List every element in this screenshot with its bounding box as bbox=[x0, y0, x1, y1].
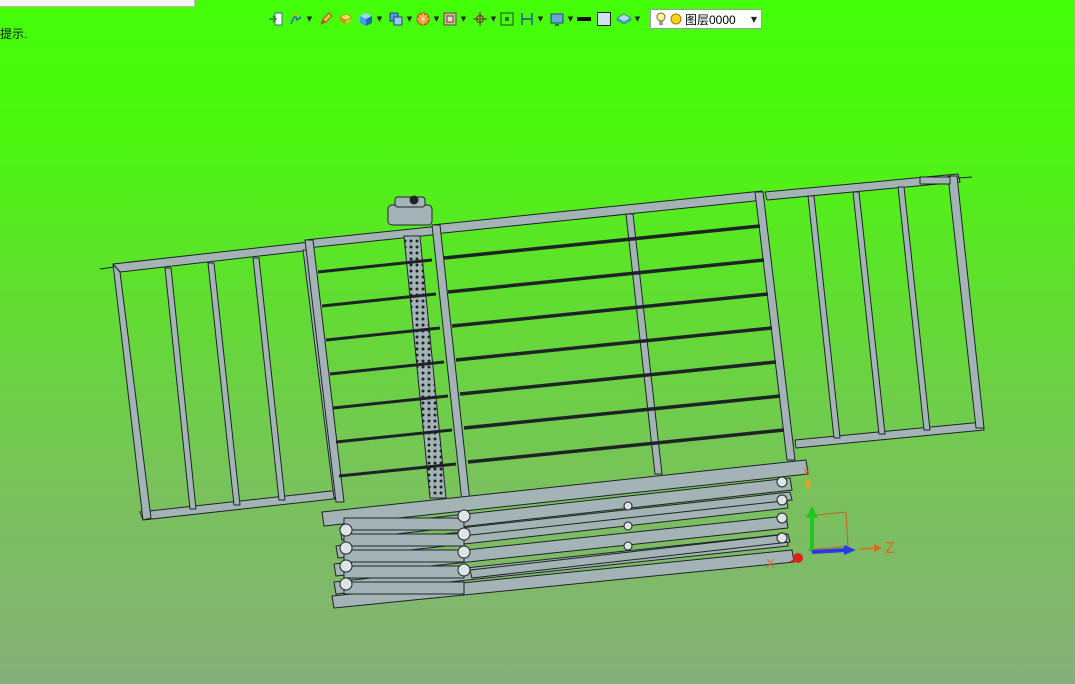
view-box-icon[interactable] bbox=[440, 9, 460, 29]
dimension-dropdown[interactable]: ▼ bbox=[537, 9, 544, 29]
extrude-icon[interactable] bbox=[336, 9, 356, 29]
toolbar-group-file: ▼ bbox=[266, 8, 313, 30]
main-toolbar: ▼ ▼ ▼ ▼ ▼ ▼ ▼ ▼ ▼ 图层0000 ▼ bbox=[266, 8, 762, 30]
fill-color-icon[interactable] bbox=[594, 9, 614, 29]
line-style-icon[interactable] bbox=[574, 9, 594, 29]
layer-manager-icon[interactable] bbox=[614, 9, 634, 29]
layer-name: 图层0000 bbox=[685, 12, 736, 27]
toolbar-group-feature: ▼ bbox=[316, 8, 383, 30]
fit-view-icon[interactable] bbox=[497, 9, 517, 29]
axis-label-x: X bbox=[766, 556, 775, 571]
toolbar-group-tools: ▼ ▼ bbox=[470, 8, 544, 30]
left-gate bbox=[99, 241, 343, 521]
assembly-icon[interactable] bbox=[386, 9, 406, 29]
snap-icon[interactable] bbox=[470, 9, 490, 29]
scissor-lift bbox=[321, 459, 809, 609]
document-tab[interactable] bbox=[0, 0, 195, 7]
chevron-down-icon[interactable]: ▼ bbox=[747, 15, 761, 24]
render-dropdown[interactable]: ▼ bbox=[433, 9, 440, 29]
layer-color-icon[interactable] bbox=[669, 13, 683, 25]
layer-manager-dropdown[interactable]: ▼ bbox=[634, 9, 641, 29]
model-drawing[interactable]: Z X Y bbox=[0, 40, 1075, 684]
import-icon[interactable] bbox=[266, 9, 286, 29]
toolbar-group-display: ▼ ▼ bbox=[547, 8, 641, 30]
axis-label-y: Y bbox=[803, 467, 811, 479]
right-gate bbox=[764, 173, 985, 449]
center-gate bbox=[431, 190, 796, 503]
layer-select[interactable]: 图层0000 ▼ bbox=[650, 9, 762, 29]
coordinate-triad bbox=[789, 478, 882, 563]
display-dropdown[interactable]: ▼ bbox=[567, 9, 574, 29]
display-icon[interactable] bbox=[547, 9, 567, 29]
render-sphere-icon[interactable] bbox=[413, 9, 433, 29]
sketch-icon[interactable] bbox=[286, 9, 306, 29]
assembly-dropdown[interactable]: ▼ bbox=[406, 9, 413, 29]
wires-center bbox=[443, 224, 785, 464]
sketch-dropdown[interactable]: ▼ bbox=[306, 9, 313, 29]
solid-cube-icon[interactable] bbox=[356, 9, 376, 29]
view-box-dropdown[interactable]: ▼ bbox=[460, 9, 467, 29]
lightbulb-icon[interactable] bbox=[653, 12, 669, 26]
toolbar-group-view: ▼ ▼ ▼ bbox=[386, 8, 467, 30]
dimension-icon[interactable] bbox=[517, 9, 537, 29]
pencil-icon[interactable] bbox=[316, 9, 336, 29]
solid-dropdown[interactable]: ▼ bbox=[376, 9, 383, 29]
axis-label-z: Z bbox=[885, 540, 895, 557]
3d-viewport[interactable]: Z X Y bbox=[0, 40, 1075, 684]
snap-dropdown[interactable]: ▼ bbox=[490, 9, 497, 29]
